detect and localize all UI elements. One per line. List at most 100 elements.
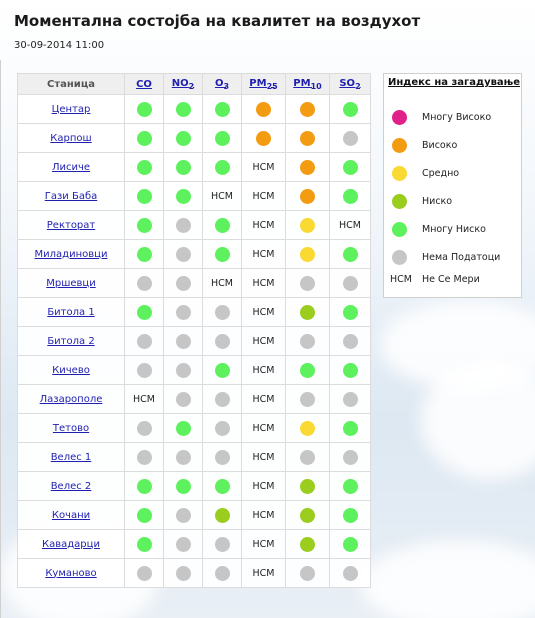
station-link[interactable]: Битола 2 <box>47 336 94 347</box>
pollutant-link-o3[interactable]: O3 <box>215 78 229 91</box>
station-link[interactable]: Центар <box>52 104 91 115</box>
table-row: Мршевци НСМ НСМ <box>17 268 371 298</box>
legend-nsm-code: НСМ <box>390 273 412 285</box>
station-link[interactable]: Велес 2 <box>51 481 92 492</box>
status-dot-verylow <box>175 188 191 204</box>
legend-dot-medium <box>392 165 407 181</box>
value-cell-pm25: НСМ <box>241 471 286 501</box>
status-dot-nodata <box>175 333 191 349</box>
pollutant-header-so2[interactable]: SO2 <box>329 73 371 95</box>
station-cell: Велес 2 <box>17 471 125 501</box>
value-cell-so2 <box>329 384 371 414</box>
value-cell-o3 <box>202 326 242 356</box>
value-cell-no2 <box>163 442 203 472</box>
station-link[interactable]: Мршевци <box>46 278 95 289</box>
not-measured-text: НСМ <box>252 190 275 202</box>
table-row: Лисиче НСМ <box>17 152 371 182</box>
pollutant-link-co[interactable]: CO <box>136 79 152 90</box>
status-dot-verylow <box>136 304 152 320</box>
value-cell-o3 <box>202 210 242 240</box>
value-cell-so2 <box>329 529 371 559</box>
value-cell-pm25: НСМ <box>241 326 286 356</box>
not-measured-text: НСМ <box>211 190 233 202</box>
station-link[interactable]: Кочани <box>52 510 90 521</box>
status-dot-low <box>300 536 315 552</box>
status-dot-nodata <box>136 565 152 581</box>
status-dot-nodata <box>342 565 358 581</box>
status-dot-verylow <box>214 362 230 378</box>
station-cell: Тетово <box>17 413 125 443</box>
table-row: Битола 1 НСМ <box>17 297 371 327</box>
table-row: Кочани НСМ <box>17 500 371 530</box>
station-link[interactable]: Кавадарци <box>42 539 100 550</box>
legend-dot-nodata <box>392 249 407 265</box>
station-link[interactable]: Велес 1 <box>51 452 92 463</box>
status-dot-high <box>256 101 271 117</box>
pollutant-link-pm25[interactable]: PM25 <box>249 78 277 91</box>
value-cell-pm10 <box>285 442 330 472</box>
status-dot-verylow <box>214 478 230 494</box>
value-cell-so2: НСМ <box>329 210 371 240</box>
station-link[interactable]: Лисиче <box>52 162 90 173</box>
pollutant-header-pm25[interactable]: PM25 <box>241 73 286 95</box>
value-cell-so2 <box>329 355 371 385</box>
value-cell-o3 <box>202 355 242 385</box>
status-dot-verylow <box>175 478 191 494</box>
station-link[interactable]: Ректорат <box>47 220 95 231</box>
value-cell-co <box>124 500 164 530</box>
status-dot-nodata <box>136 333 152 349</box>
value-cell-no2 <box>163 239 203 269</box>
value-cell-pm10 <box>285 326 330 356</box>
value-cell-so2 <box>329 239 371 269</box>
pollutant-header-co[interactable]: CO <box>124 73 164 95</box>
status-dot-verylow <box>175 101 191 117</box>
value-cell-o3 <box>202 500 242 530</box>
pollutant-header-o3[interactable]: O3 <box>202 73 242 95</box>
status-dot-nodata <box>342 275 358 291</box>
value-cell-pm10 <box>285 181 330 211</box>
not-measured-text: НСМ <box>252 335 275 347</box>
value-cell-so2 <box>329 181 371 211</box>
pollutant-header-pm10[interactable]: PM10 <box>285 73 330 95</box>
value-cell-co: НСМ <box>124 384 164 414</box>
station-link[interactable]: Карпош <box>50 133 91 144</box>
not-measured-text: НСМ <box>252 451 275 463</box>
status-dot-medium <box>300 420 315 436</box>
station-link[interactable]: Тетово <box>53 423 89 434</box>
air-quality-table: Станица CO NO2 O3 PM25 PM10 SO2 Центар Ка… <box>17 73 371 588</box>
station-link[interactable]: Миладиновци <box>35 249 108 260</box>
status-dot-nodata <box>214 449 230 465</box>
legend-label: Високо <box>422 139 458 151</box>
not-measured-text: НСМ <box>252 248 275 260</box>
status-dot-nodata <box>175 565 191 581</box>
station-cell: Миладиновци <box>17 239 125 269</box>
value-cell-co <box>124 529 164 559</box>
value-cell-so2 <box>329 413 371 443</box>
station-link[interactable]: Лазарополе <box>40 394 103 405</box>
legend-item-low: Ниско <box>390 192 452 210</box>
station-link[interactable]: Кичево <box>52 365 90 376</box>
status-dot-verylow <box>136 536 152 552</box>
legend-title: Индекс на загадување <box>388 77 521 88</box>
value-cell-no2 <box>163 210 203 240</box>
pollutant-link-so2[interactable]: SO2 <box>339 78 360 91</box>
page-title: Моментална состојба на квалитет на возду… <box>14 12 421 30</box>
value-cell-pm25: НСМ <box>241 297 286 327</box>
status-dot-verylow <box>342 536 358 552</box>
station-link[interactable]: Битола 1 <box>47 307 94 318</box>
station-link[interactable]: Куманово <box>45 568 96 579</box>
table-row: Велес 2 НСМ <box>17 471 371 501</box>
legend-label: Многу Високо <box>422 111 492 123</box>
not-measured-text: НСМ <box>252 567 275 579</box>
pollutant-link-pm10[interactable]: PM10 <box>293 78 321 91</box>
status-dot-nodata <box>300 449 315 465</box>
station-cell: Карпош <box>17 123 125 153</box>
value-cell-so2 <box>329 471 371 501</box>
status-dot-nodata <box>214 391 230 407</box>
status-dot-high <box>300 101 315 117</box>
pollutant-header-no2[interactable]: NO2 <box>163 73 203 95</box>
value-cell-o3 <box>202 123 242 153</box>
pollutant-link-no2[interactable]: NO2 <box>172 78 194 91</box>
station-link[interactable]: Гази Баба <box>45 191 98 202</box>
station-column-header: Станица <box>17 73 125 95</box>
